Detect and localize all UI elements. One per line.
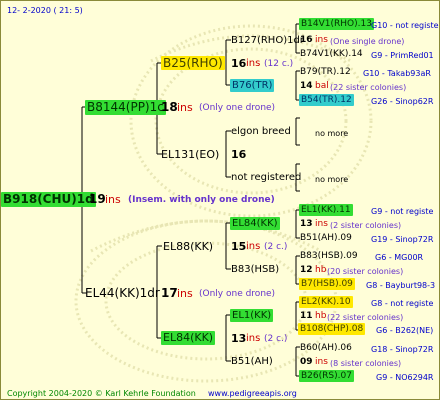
p1-ins: ins (177, 101, 193, 114)
p2-num: 17 (161, 286, 178, 300)
queen-h8[interactable]: B51(AH) (231, 355, 273, 368)
queen-r8[interactable]: B51(AH).09 (300, 232, 352, 245)
info-r14: G6 - B262(NE) (376, 326, 434, 335)
g2-num: 16 (231, 148, 247, 161)
g4-note: (2 c.) (264, 334, 288, 344)
queen-g1[interactable]: B25(RHO) (161, 56, 225, 70)
queen-h4[interactable]: not registered (231, 171, 301, 184)
info-r15: G18 - Sinop72R (371, 345, 434, 354)
g3-num: 15 (231, 240, 247, 253)
num-r7: 13 (300, 219, 313, 229)
queen-g3[interactable]: EL88(KK) (163, 240, 213, 253)
queen-p2[interactable]: EL44(KK)1dr (85, 287, 160, 300)
site-link[interactable]: www.pedigreeapis.org (208, 387, 297, 399)
queen-r9[interactable]: B83(HSB).09 (300, 250, 358, 263)
ins-r4: bal (315, 81, 329, 91)
info-r17: G9 - NO6294R (376, 373, 434, 382)
queen-r5[interactable]: B54(TR).12 (299, 94, 354, 106)
info-r8: G19 - Sinop72R (371, 235, 434, 244)
root-num: 19 (89, 192, 106, 206)
info-r3: G10 - Takab93aR (363, 69, 431, 78)
p1-num: 18 (161, 100, 178, 114)
g1-num: 16 (231, 57, 247, 70)
queen-h2[interactable]: B76(TR) (230, 79, 275, 92)
g1-ins: ins (246, 58, 261, 69)
ins-r7: ins (315, 219, 328, 229)
copyright: Copyright 2004-2020 © Karl Kehrle Founda… (7, 389, 196, 398)
info-r5: G26 - Sinop62R (371, 97, 434, 106)
info-r11: G8 - Bayburt98-3 (366, 281, 436, 290)
note-r4: (22 sister colonies) (330, 83, 407, 92)
queen-r0[interactable]: B14V1(RHO).13 (299, 18, 374, 30)
queen-r2[interactable]: B74V1(KK).14 (300, 48, 363, 61)
ins-r16: ins (315, 357, 328, 367)
queen-g2[interactable]: EL131(EO) (161, 148, 219, 161)
num-r16: 09 (300, 357, 313, 367)
queen-h1[interactable]: B127(RHO)1dr (231, 34, 304, 47)
pedigree-frame: 12- 2-2020 ( 21: 5) Copyright 2004-2020 … (0, 0, 440, 400)
info-r12: G8 - not registe (371, 299, 434, 308)
p2-ins: ins (177, 287, 193, 300)
num-r13: 11 (300, 311, 313, 321)
g4-num: 13 (231, 332, 247, 345)
p1-note: (Only one drone) (199, 103, 276, 113)
num-r10: 12 (300, 265, 313, 275)
g3-note: (2 c.) (264, 242, 288, 252)
queen-r14[interactable]: B108(CHP).08 (298, 323, 366, 335)
no-more-1: no more (315, 129, 349, 138)
note-r7: (2 sister colonies) (330, 221, 402, 230)
g1-note: (12 c.) (264, 59, 294, 69)
queen-r17[interactable]: B26(RS).07 (299, 370, 354, 382)
queen-root[interactable]: B918(CHU)1d (1, 192, 96, 207)
queen-h5[interactable]: EL84(KK) (230, 217, 280, 230)
note-r1: (One single drone) (330, 37, 405, 46)
info-r0: G10 - not registe (371, 21, 439, 30)
queen-r3[interactable]: B79(TR).12 (300, 66, 351, 79)
ins-r1: ins (315, 35, 328, 45)
root-ins: ins (105, 193, 121, 206)
g3-ins: ins (246, 241, 261, 252)
queen-h6[interactable]: B83(HSB) (231, 263, 279, 276)
root-note: (Insem. with only one drone) (128, 195, 275, 205)
num-r4: 14 (300, 81, 313, 91)
queen-h3[interactable]: elgon breed (231, 125, 291, 138)
note-r16: (8 sister colonies) (330, 359, 402, 368)
num-r1: 16 (300, 35, 313, 45)
ins-r10: hb (315, 265, 327, 275)
ins-r13: hb (315, 311, 327, 321)
queen-r12[interactable]: EL2(KK).10 (299, 296, 353, 308)
queen-h7[interactable]: EL1(KK) (230, 309, 274, 322)
queen-r6[interactable]: EL1(KK).11 (299, 204, 353, 216)
date-stamp: 12- 2-2020 ( 21: 5) (7, 6, 83, 15)
no-more-2: no more (315, 175, 349, 184)
info-r9: G6 - MG00R (375, 253, 424, 262)
queen-r15[interactable]: B60(AH).06 (300, 342, 352, 355)
g4-ins: ins (246, 333, 261, 344)
queen-g4[interactable]: EL84(KK) (161, 331, 216, 345)
queen-r11[interactable]: B7(HSB).09 (299, 278, 355, 290)
info-r6: G9 - not registe (371, 207, 434, 216)
queen-p1[interactable]: B8144(PP)1c (85, 100, 166, 115)
p2-note: (Only one drone) (199, 289, 276, 299)
note-r10: (20 sister colonies) (327, 267, 404, 276)
info-r2: G9 - PrimRed01 (371, 51, 434, 60)
